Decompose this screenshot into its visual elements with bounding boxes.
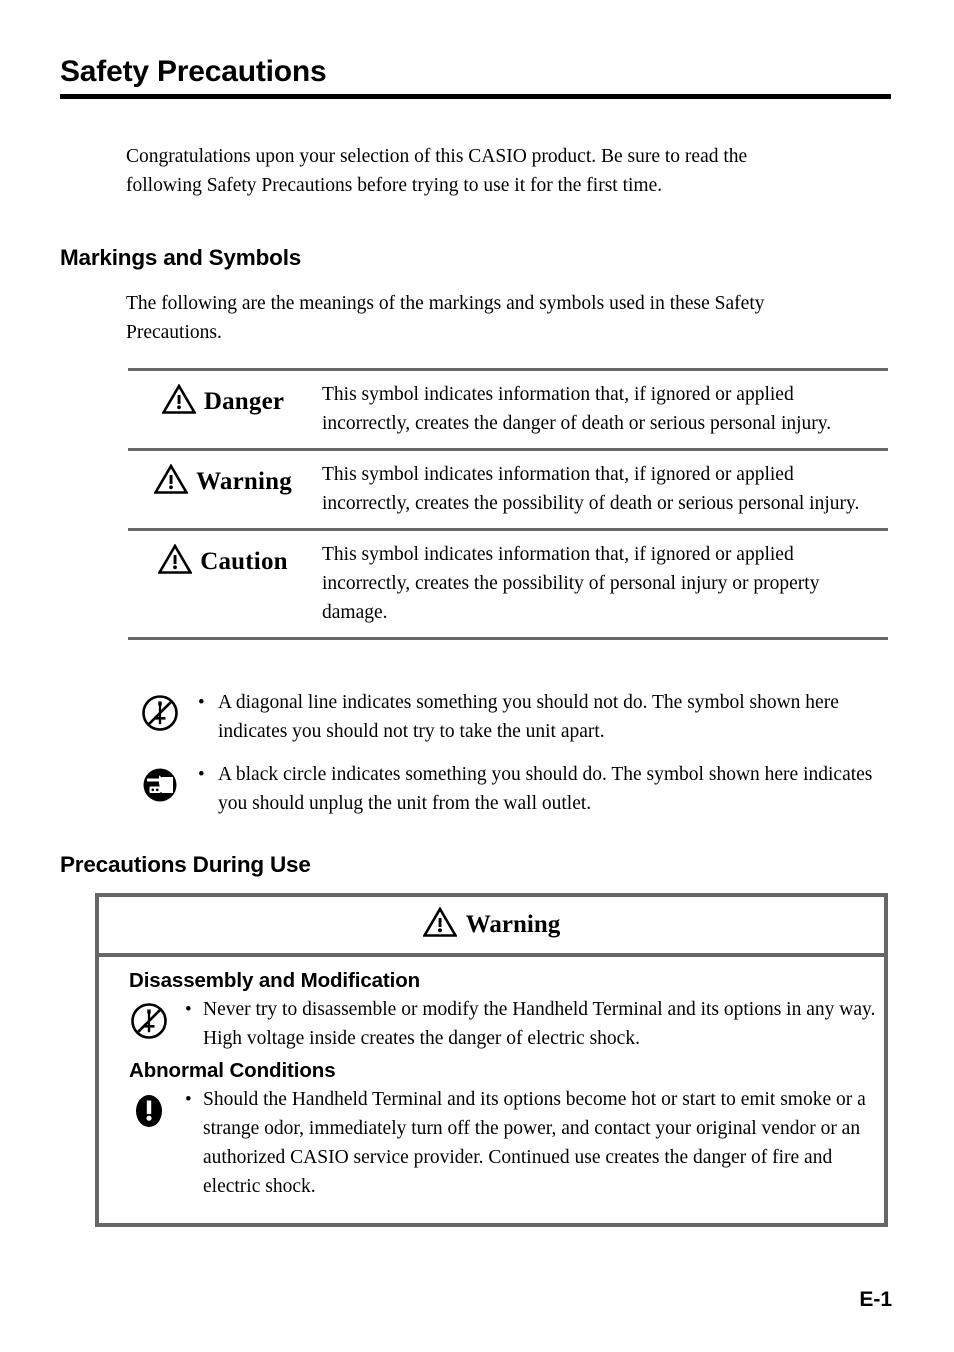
symbol-definition-table: Danger This symbol indicates information… <box>128 368 888 640</box>
list-item-text: Should the Handheld Terminal and its opt… <box>203 1089 866 1197</box>
warning-triangle-icon <box>161 383 197 419</box>
table-row: Danger This symbol indicates information… <box>128 371 888 448</box>
warning-triangle-icon <box>421 906 458 942</box>
warning-box-header-label: Warning <box>465 910 561 938</box>
subheading-abnormal-conditions: Abnormal Conditions <box>129 1059 336 1082</box>
intro-paragraph: Congratulations upon your selection of t… <box>126 146 748 196</box>
symbol-label-text: Caution <box>200 547 288 575</box>
symbol-label-cell: Caution <box>128 540 318 579</box>
warning-triangle-icon <box>157 543 193 579</box>
warning-triangle-icon <box>153 463 189 499</box>
markings-intro-paragraph: The following are the meanings of the ma… <box>126 293 765 343</box>
no-disassembly-icon <box>129 995 185 1046</box>
list-item: • A diagonal line indicates something yo… <box>140 688 890 746</box>
list-bullet: • <box>185 999 192 1020</box>
list-bullet: • <box>198 764 205 785</box>
section-heading-markings: Markings and Symbols <box>60 245 302 270</box>
section-heading-precautions: Precautions During Use <box>60 852 311 877</box>
symbol-label-cell: Warning <box>128 460 318 499</box>
list-item-text: A diagonal line indicates something you … <box>218 692 839 742</box>
subheading-disassembly: Disassembly and Modification <box>129 969 421 992</box>
symbol-notes-list: • A diagonal line indicates something yo… <box>140 688 890 832</box>
warning-box-header: Warning <box>99 897 884 957</box>
document-page: Safety Precautions Congratulations upon … <box>0 0 954 1352</box>
mandatory-exclamation-icon <box>129 1085 185 1136</box>
list-item: • Never try to disassemble or modify the… <box>129 995 876 1053</box>
symbol-label-text: Danger <box>203 387 285 415</box>
page-number-footer: E-1 <box>859 1288 892 1311</box>
symbol-description-text: This symbol indicates information that, … <box>322 384 832 434</box>
warning-box-body: Disassembly and Modification • Never try… <box>99 957 884 1223</box>
no-disassembly-icon <box>140 688 198 733</box>
unplug-power-icon <box>140 760 198 805</box>
list-item: • A black circle indicates something you… <box>140 760 890 818</box>
title-underline-rule <box>60 94 891 99</box>
list-bullet: • <box>185 1089 192 1110</box>
list-item: • Should the Handheld Terminal and its o… <box>129 1085 876 1201</box>
list-item-text: Never try to disassemble or modify the H… <box>203 999 876 1049</box>
table-rule-bottom <box>128 637 888 640</box>
symbol-description-text: This symbol indicates information that, … <box>322 464 860 514</box>
symbol-label-text: Warning <box>196 467 292 495</box>
page-title: Safety Precautions <box>60 55 327 88</box>
list-item-text: A black circle indicates something you s… <box>218 764 873 814</box>
list-bullet: • <box>198 692 205 713</box>
symbol-label-cell: Danger <box>128 380 318 419</box>
warning-box: Warning Disassembly and Modification • N… <box>95 893 888 1227</box>
table-row: Warning This symbol indicates informatio… <box>128 451 888 528</box>
table-row: Caution This symbol indicates informatio… <box>128 531 888 637</box>
symbol-description-text: This symbol indicates information that, … <box>322 544 820 623</box>
